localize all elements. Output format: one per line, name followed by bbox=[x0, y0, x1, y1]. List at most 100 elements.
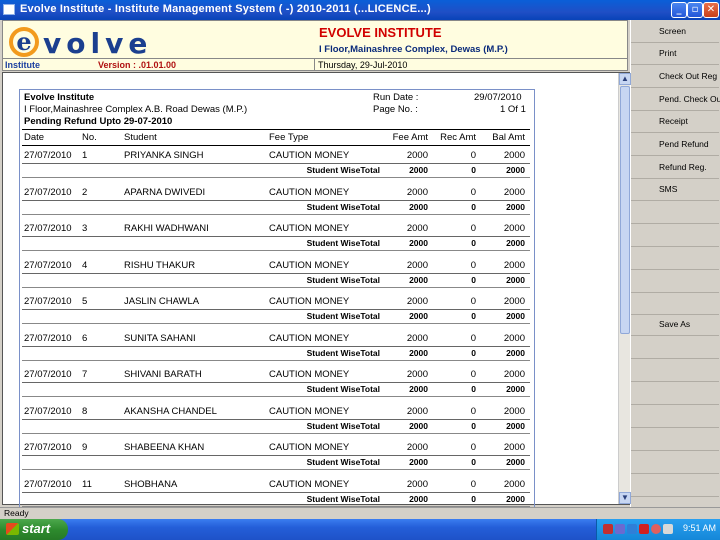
subtotal-fee-amount: 2000 bbox=[409, 420, 428, 431]
row-divider bbox=[22, 382, 530, 383]
empty-button-slot[interactable] bbox=[631, 201, 719, 224]
close-button[interactable]: ✕ bbox=[703, 2, 719, 18]
row-student-name: RISHU THAKUR bbox=[124, 259, 196, 271]
tray-app-icon[interactable] bbox=[627, 524, 637, 534]
subtotal-fee-amount: 2000 bbox=[409, 493, 428, 504]
row-balance-amount: 2000 bbox=[503, 296, 525, 307]
empty-button-slot[interactable] bbox=[631, 405, 719, 428]
print-button[interactable]: Print bbox=[631, 42, 719, 65]
row-divider bbox=[22, 236, 530, 237]
row-fee-type: CAUTION MONEY bbox=[269, 150, 350, 161]
current-date: Thursday, 29-Jul-2010 bbox=[318, 60, 408, 70]
row-divider bbox=[22, 177, 530, 178]
start-button[interactable]: start bbox=[0, 519, 68, 540]
row-fee-type: CAUTION MONEY bbox=[269, 405, 350, 417]
row-fee-type: CAUTION MONEY bbox=[269, 442, 350, 453]
logo-e-mark: e bbox=[9, 27, 39, 57]
row-divider bbox=[22, 345, 530, 347]
row-date: 27/07/2010 bbox=[24, 259, 72, 271]
pend-refund-button[interactable]: Pend Refund bbox=[631, 133, 719, 156]
row-received-amount: 0 bbox=[470, 369, 476, 380]
subtotal-balance-amount: 2000 bbox=[506, 493, 525, 504]
receipt-button[interactable]: Receipt bbox=[631, 110, 719, 133]
tray-network-icon[interactable] bbox=[615, 524, 625, 534]
subtotal-label: Student WiseTotal bbox=[306, 384, 380, 394]
row-number: 7 bbox=[82, 369, 88, 380]
column-header-student: Student bbox=[124, 132, 157, 143]
row-divider bbox=[22, 309, 530, 310]
scroll-down-arrow-icon[interactable]: ▼ bbox=[619, 492, 631, 504]
row-received-amount: 0 bbox=[470, 405, 476, 417]
row-divider bbox=[22, 286, 530, 288]
subtotal-fee-amount: 2000 bbox=[409, 165, 428, 175]
row-number: 4 bbox=[82, 259, 88, 271]
windows-logo-icon bbox=[6, 523, 19, 535]
report-page: Evolve Institute I Floor,Mainashree Comp… bbox=[19, 89, 535, 509]
row-number: 11 bbox=[82, 478, 92, 490]
row-number: 5 bbox=[82, 296, 88, 307]
empty-button-slot[interactable] bbox=[631, 224, 719, 247]
subtotal-label: Student WiseTotal bbox=[306, 420, 380, 431]
info-strip: Institute Version : .01.01.00 Thursday, … bbox=[2, 58, 628, 71]
row-number: 8 bbox=[82, 405, 88, 417]
empty-button-slot[interactable] bbox=[631, 292, 719, 315]
row-divider bbox=[22, 491, 530, 493]
screen-button[interactable]: Screen bbox=[631, 20, 719, 43]
scroll-up-arrow-icon[interactable]: ▲ bbox=[619, 73, 631, 85]
empty-button-slot[interactable] bbox=[631, 359, 719, 382]
empty-button-slot[interactable] bbox=[631, 247, 719, 270]
empty-button-slot[interactable] bbox=[631, 336, 719, 359]
empty-button-slot[interactable] bbox=[631, 428, 719, 451]
row-student-name: APARNA DWIVEDI bbox=[124, 186, 206, 198]
window-title-bar[interactable]: Evolve Institute - Institute Management … bbox=[0, 0, 720, 20]
vertical-scrollbar[interactable]: ▲ ▼ bbox=[618, 73, 631, 504]
subtotal-fee-amount: 2000 bbox=[409, 311, 428, 321]
row-balance-amount: 2000 bbox=[503, 405, 525, 417]
subtotal-balance-amount: 2000 bbox=[506, 457, 525, 467]
row-fee-type: CAUTION MONEY bbox=[269, 478, 350, 490]
tray-antivirus-icon[interactable] bbox=[639, 524, 649, 534]
tray-app-icon[interactable] bbox=[651, 524, 661, 534]
row-fee-type: CAUTION MONEY bbox=[269, 369, 350, 380]
row-divider bbox=[22, 469, 530, 470]
evolve-logo: e volve bbox=[9, 25, 149, 61]
tray-app-icon[interactable] bbox=[603, 524, 613, 534]
row-date: 27/07/2010 bbox=[24, 442, 72, 453]
subtotal-balance-amount: 2000 bbox=[506, 274, 525, 285]
logo-wordmark: volve bbox=[43, 27, 153, 60]
row-fee-amount: 2000 bbox=[406, 405, 428, 417]
minimize-button[interactable]: _ bbox=[671, 2, 687, 18]
column-header-bal-amt: Bal Amt bbox=[492, 132, 525, 143]
pend-check-out-button[interactable]: Pend. Check Out bbox=[631, 88, 720, 111]
empty-button-slot[interactable] bbox=[631, 382, 719, 405]
row-date: 27/07/2010 bbox=[24, 369, 72, 380]
row-received-amount: 0 bbox=[470, 259, 476, 271]
check-out-reg-button[interactable]: Check Out Reg bbox=[631, 65, 719, 88]
report-viewer[interactable]: Evolve Institute I Floor,Mainashree Comp… bbox=[2, 72, 631, 509]
save-as-button[interactable]: Save As bbox=[631, 313, 719, 336]
subtotal-label: Student WiseTotal bbox=[306, 238, 380, 248]
maximize-button[interactable]: ▫ bbox=[687, 2, 703, 18]
sms-button[interactable]: SMS bbox=[631, 178, 719, 201]
column-header-fee-amt: Fee Amt bbox=[392, 132, 428, 143]
row-date: 27/07/2010 bbox=[24, 150, 72, 161]
taskbar-clock[interactable]: 9:51 AM bbox=[683, 523, 716, 533]
subtotal-fee-amount: 2000 bbox=[409, 238, 428, 248]
system-tray: 9:51 AM bbox=[596, 519, 720, 540]
scroll-thumb[interactable] bbox=[620, 86, 630, 334]
column-header-rec-amt: Rec Amt bbox=[440, 132, 476, 143]
row-fee-type: CAUTION MONEY bbox=[269, 296, 350, 307]
column-header-no: No. bbox=[82, 132, 97, 143]
empty-button-slot[interactable] bbox=[631, 270, 719, 293]
subtotal-fee-amount: 2000 bbox=[409, 201, 428, 212]
row-fee-type: CAUTION MONEY bbox=[269, 186, 350, 198]
refund-reg-button[interactable]: Refund Reg. bbox=[631, 156, 719, 179]
subtotal-balance-amount: 2000 bbox=[506, 311, 525, 321]
empty-button-slot[interactable] bbox=[631, 474, 719, 497]
row-number: 2 bbox=[82, 186, 88, 198]
subtotal-balance-amount: 2000 bbox=[506, 384, 525, 394]
subtotal-received-amount: 0 bbox=[471, 457, 476, 467]
empty-button-slot[interactable] bbox=[631, 451, 719, 474]
page-no-label: Page No. : bbox=[373, 104, 418, 115]
tray-volume-icon[interactable] bbox=[663, 524, 673, 534]
